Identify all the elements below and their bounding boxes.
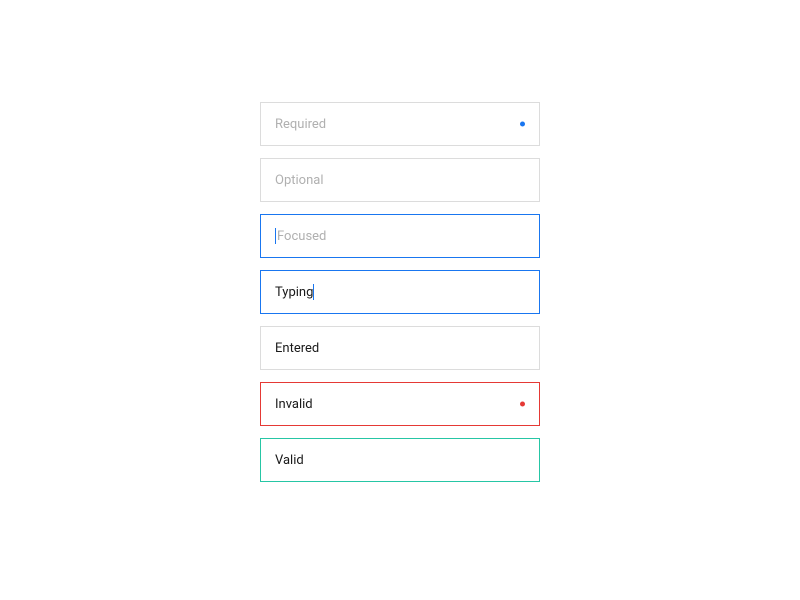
input-required[interactable]: Required <box>260 102 540 146</box>
input-typing-value: Typing <box>275 285 313 300</box>
text-cursor-icon <box>313 284 314 300</box>
input-entered[interactable]: Entered <box>260 326 540 370</box>
input-optional-placeholder: Optional <box>275 173 323 188</box>
error-indicator-icon <box>520 402 525 407</box>
text-cursor-icon <box>275 228 276 244</box>
input-invalid[interactable]: Invalid <box>260 382 540 426</box>
input-valid[interactable]: Valid <box>260 438 540 482</box>
input-entered-value: Entered <box>275 341 319 356</box>
input-optional[interactable]: Optional <box>260 158 540 202</box>
input-required-placeholder: Required <box>275 117 326 132</box>
input-invalid-value: Invalid <box>275 397 313 412</box>
form-states-container: Required Optional Focused Typing Entered… <box>260 102 540 482</box>
input-focused[interactable]: Focused <box>260 214 540 258</box>
input-typing[interactable]: Typing <box>260 270 540 314</box>
input-focused-placeholder: Focused <box>277 229 326 244</box>
input-valid-value: Valid <box>275 453 304 468</box>
required-indicator-icon <box>520 122 525 127</box>
